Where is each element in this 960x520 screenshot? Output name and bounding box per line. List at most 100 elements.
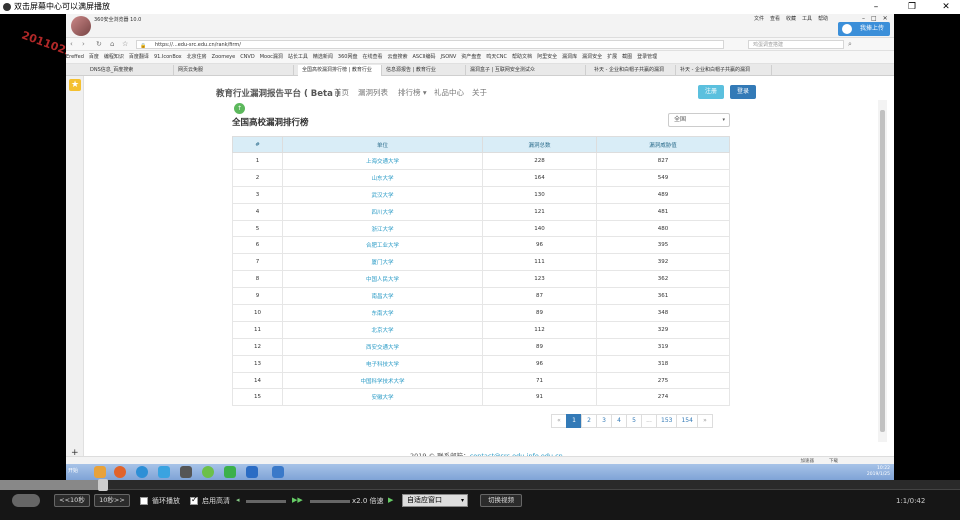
bookmark-item[interactable]: 百度翻译	[129, 54, 149, 60]
bookmark-item[interactable]: 站长工具	[288, 54, 308, 60]
school-link[interactable]: 中国人民大学	[282, 270, 483, 289]
page-link[interactable]: 153	[656, 414, 678, 428]
bookmark-item[interactable]: 精选新闻	[313, 54, 333, 60]
school-link[interactable]: 中国科学技术大学	[282, 371, 483, 390]
scrollbar-thumb[interactable]	[880, 110, 885, 432]
bookmark-item[interactable]: 登录管理	[637, 54, 657, 60]
browser-tab[interactable]: 网页云免服	[174, 65, 294, 76]
school-link[interactable]: 上海交通大学	[282, 152, 483, 170]
app-icon-paint[interactable]	[94, 466, 106, 478]
speed-down-icon[interactable]: ▶▶	[292, 496, 303, 504]
school-link[interactable]: 南昌大学	[282, 287, 483, 306]
avatar[interactable]	[71, 16, 91, 36]
page-link[interactable]: «	[551, 414, 567, 428]
school-link[interactable]: 东南大学	[282, 304, 483, 322]
bookmark-item[interactable]: 在线查看	[362, 54, 382, 60]
school-link[interactable]: 山东大学	[282, 168, 483, 187]
browser-tab[interactable]: 漏洞盒子 | 互联网安全测试众	[466, 65, 586, 76]
bookmark-item[interactable]: 资产盘查	[461, 54, 481, 60]
nav-ranking[interactable]: 排行榜 ▾	[398, 87, 427, 98]
minimize-icon[interactable]: –	[864, 0, 888, 14]
browser-tab[interactable]: DNS信息_百度搜索	[86, 65, 174, 76]
browser-close-icon[interactable]: ✕	[883, 15, 888, 22]
bookmark-item[interactable]: Ereffed	[66, 54, 84, 60]
bookmark-item[interactable]: 360网盘	[338, 54, 358, 60]
page-link[interactable]: 1	[566, 414, 582, 428]
site-brand[interactable]: 教育行业漏洞报告平台 ( Beta )	[216, 87, 340, 99]
page-scrollbar[interactable]	[878, 100, 887, 442]
loop-checkbox[interactable]	[140, 497, 148, 505]
bookmark-item[interactable]: 91.IconBox	[154, 54, 182, 60]
school-link[interactable]: 安徽大学	[282, 388, 483, 407]
bookmark-item[interactable]: 编程知识	[104, 54, 124, 60]
bookmark-item[interactable]: 云盘搜索	[387, 54, 407, 60]
page-link[interactable]: 2	[581, 414, 597, 428]
volume-slider[interactable]	[246, 500, 286, 503]
nav-gift-center[interactable]: 礼品中心	[434, 87, 464, 98]
page-link[interactable]: 3	[596, 414, 612, 428]
bookmark-item[interactable]: 北京住房	[187, 54, 207, 60]
school-link[interactable]: 浙江大学	[282, 219, 483, 238]
nav-vuln-list[interactable]: 漏洞列表	[358, 87, 388, 98]
browser-app-icon[interactable]	[136, 466, 148, 478]
bookmark-item[interactable]: ASCII编码	[413, 54, 436, 60]
media-player-icon[interactable]	[202, 466, 214, 478]
bookmark-item[interactable]: 漏洞库	[562, 54, 577, 60]
back-10s-button[interactable]: <<10秒	[54, 494, 90, 507]
speed-slider[interactable]	[310, 500, 350, 503]
switch-video-button[interactable]: 切换视频	[480, 494, 522, 507]
cloud-upload-button[interactable]: 我捧上传	[838, 22, 890, 36]
school-link[interactable]: 武汉大学	[282, 185, 483, 204]
school-link[interactable]: 厦门大学	[282, 253, 483, 272]
browser-search-input[interactable]: 鸡蛋调查搭建	[748, 40, 844, 49]
favorites-star-icon[interactable]: ★	[69, 79, 81, 91]
back-icon[interactable]: ‹	[70, 40, 73, 48]
speed-up-icon[interactable]: ▶	[388, 496, 393, 504]
school-link[interactable]: 北京大学	[282, 320, 483, 339]
forward-icon[interactable]: ›	[82, 40, 85, 48]
browser-minimize-icon[interactable]: –	[862, 15, 865, 22]
fit-window-select[interactable]: 自适应窗口 ▾	[402, 494, 468, 507]
bookmark-item[interactable]: 鸣天CNC	[486, 54, 507, 60]
menu-file[interactable]: 文件	[754, 15, 764, 22]
bookmark-item[interactable]: 百度	[89, 54, 99, 60]
bookmark-item[interactable]: Zoomeye	[212, 54, 236, 60]
firefox-icon[interactable]	[114, 466, 126, 478]
play-toggle-icon[interactable]	[12, 494, 40, 507]
menu-tools[interactable]: 工具	[802, 15, 812, 22]
eye-app-icon[interactable]	[158, 466, 170, 478]
url-bar[interactable]: 🔒 https://...edu-src.edu.cn/rank/firm/	[136, 40, 724, 49]
green-app-icon[interactable]	[224, 466, 236, 478]
blue-app-icon[interactable]	[246, 466, 258, 478]
page-link[interactable]: 4	[611, 414, 627, 428]
search-icon[interactable]: ⌕	[848, 40, 852, 49]
maximize-icon[interactable]: ❐	[900, 0, 924, 14]
reload-icon[interactable]: ↻	[96, 40, 102, 48]
school-link[interactable]: 四川大学	[282, 202, 483, 221]
browser-maximize-icon[interactable]: □	[871, 15, 877, 22]
bookmark-item[interactable]: 帮助文档	[512, 54, 532, 60]
start-button[interactable]: 开始	[68, 467, 78, 474]
page-link[interactable]: 5	[626, 414, 642, 428]
bookmark-item[interactable]: Mooc漏洞	[260, 54, 283, 60]
school-link[interactable]: 电子科技大学	[282, 354, 483, 373]
menu-help[interactable]: 帮助	[818, 15, 828, 22]
menu-view[interactable]: 查看	[770, 15, 780, 22]
register-button[interactable]: 注册	[698, 85, 724, 99]
recorder-app-icon[interactable]	[272, 466, 284, 478]
bookmark-item[interactable]: CNVD	[240, 54, 255, 60]
login-button[interactable]: 登录	[730, 85, 756, 99]
bookmark-item[interactable]: 阿里安全	[537, 54, 557, 60]
forward-10s-button[interactable]: 10秒>>	[94, 494, 130, 507]
bookmark-item[interactable]: JSONV	[441, 54, 457, 60]
nav-home[interactable]: 首页	[334, 87, 349, 98]
browser-tab[interactable]: 补天 - 企业和白帽子共赢的漏洞	[590, 65, 676, 76]
camera-app-icon[interactable]	[180, 466, 192, 478]
home-icon[interactable]: ⌂	[110, 40, 114, 48]
school-link[interactable]: 西安交通大学	[282, 337, 483, 356]
browser-tab[interactable]: 信息源报告 | 教育行业	[382, 65, 466, 76]
close-icon[interactable]: ✕	[934, 0, 958, 14]
menu-favorites[interactable]: 收藏	[786, 15, 796, 22]
hq-checkbox[interactable]	[190, 495, 198, 505]
bookmark-item[interactable]: 漏洞安全	[582, 54, 602, 60]
